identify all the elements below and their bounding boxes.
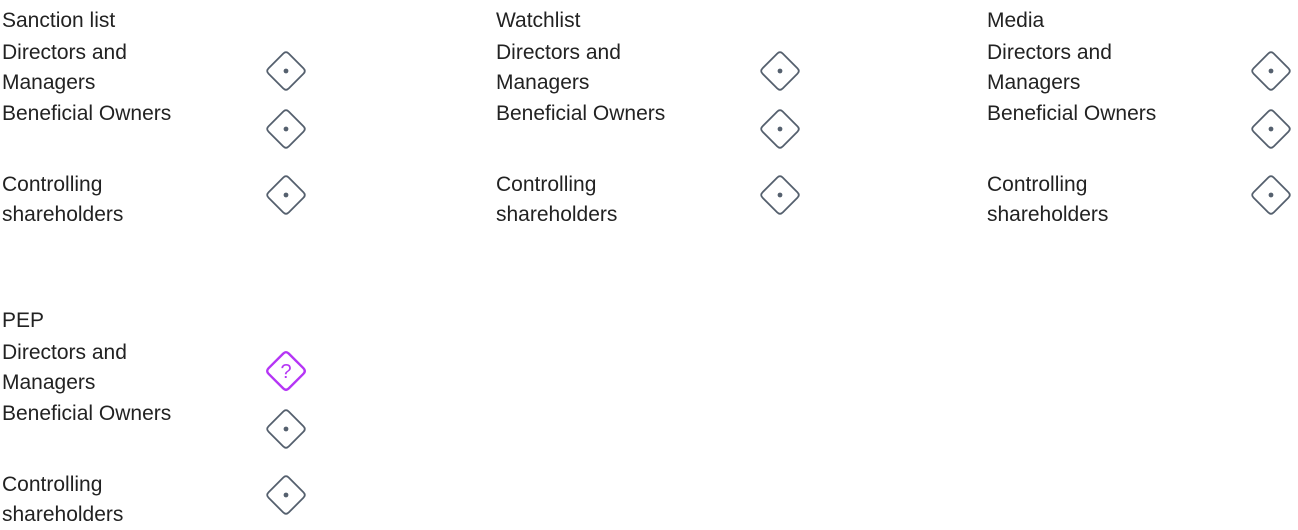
neutral-diamond-dot-icon[interactable]: [264, 407, 308, 451]
row-label: Controlling shareholders: [987, 173, 1109, 226]
section-pep: PEP Directors and Managers ? Beneficial …: [2, 308, 342, 529]
section-sanction-list: Sanction list Directors and Managers Ben…: [2, 8, 342, 238]
neutral-diamond-dot-icon[interactable]: [758, 49, 802, 93]
check-row-controlling-shareholders: Controlling shareholders: [987, 170, 1298, 230]
section-media: Media Directors and Managers Beneficial …: [987, 8, 1298, 238]
row-label: Beneficial Owners: [987, 102, 1157, 125]
check-row-controlling-shareholders: Controlling shareholders: [496, 170, 836, 230]
row-label: Beneficial Owners: [2, 102, 172, 125]
neutral-diamond-dot-icon[interactable]: [264, 173, 308, 217]
neutral-diamond-dot-icon[interactable]: [264, 473, 308, 517]
neutral-diamond-dot-icon[interactable]: [1249, 49, 1293, 93]
check-row-beneficial-owners: Beneficial Owners: [2, 399, 342, 459]
check-row-directors-managers: Directors and Managers: [987, 38, 1298, 98]
row-label: Beneficial Owners: [496, 102, 666, 125]
neutral-diamond-dot-icon[interactable]: [264, 49, 308, 93]
check-row-beneficial-owners: Beneficial Owners: [987, 99, 1298, 159]
check-row-beneficial-owners: Beneficial Owners: [496, 99, 836, 159]
neutral-diamond-dot-icon[interactable]: [758, 107, 802, 151]
section-title: Media: [987, 9, 1045, 32]
check-row-directors-managers: Directors and Managers ?: [2, 338, 342, 398]
check-row-directors-managers: Directors and Managers: [496, 38, 836, 98]
neutral-diamond-dot-icon[interactable]: [758, 173, 802, 217]
row-label: Directors and Managers: [496, 41, 621, 94]
check-row-beneficial-owners: Beneficial Owners: [2, 99, 342, 159]
row-label: Controlling shareholders: [2, 473, 124, 526]
row-label: Directors and Managers: [2, 341, 127, 394]
section-title: Watchlist: [496, 9, 581, 32]
neutral-diamond-dot-icon[interactable]: [264, 107, 308, 151]
check-row-controlling-shareholders: Controlling shareholders: [2, 470, 342, 530]
check-row-controlling-shareholders: Controlling shareholders: [2, 170, 342, 230]
neutral-diamond-dot-icon[interactable]: [1249, 107, 1293, 151]
row-label: Controlling shareholders: [496, 173, 618, 226]
section-watchlist: Watchlist Directors and Managers Benefic…: [496, 8, 836, 238]
row-label: Directors and Managers: [987, 41, 1112, 94]
svg-text:?: ?: [280, 361, 291, 383]
row-label: Directors and Managers: [2, 41, 127, 94]
neutral-diamond-dot-icon[interactable]: [1249, 173, 1293, 217]
section-title: PEP: [2, 309, 45, 332]
question-diamond-icon[interactable]: ?: [264, 349, 308, 393]
row-label: Beneficial Owners: [2, 402, 172, 425]
check-row-directors-managers: Directors and Managers: [2, 38, 342, 98]
row-label: Controlling shareholders: [2, 173, 124, 226]
section-title: Sanction list: [2, 9, 116, 32]
